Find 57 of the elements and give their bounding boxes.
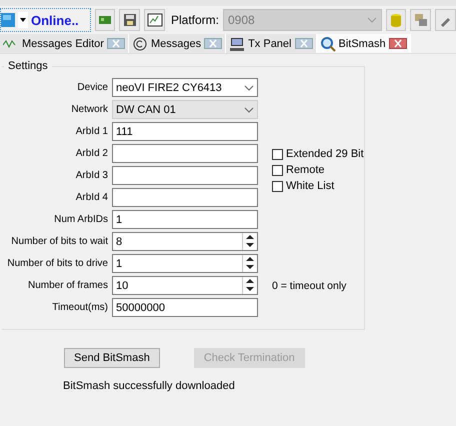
input-field[interactable]: 50000000	[112, 298, 258, 317]
graph-window-icon	[146, 12, 163, 28]
input-field[interactable]: 1	[112, 210, 258, 229]
stacked-boxes-icon	[412, 12, 429, 28]
wrench-button[interactable]	[435, 9, 456, 31]
input-field[interactable]	[112, 188, 258, 207]
field-label: ArbId 1	[74, 126, 108, 137]
checkbox-label: Remote	[286, 164, 325, 176]
checkbox[interactable]: Extended 29 Bit	[272, 148, 364, 160]
input-field[interactable]	[112, 166, 258, 185]
field-label: Network	[70, 104, 108, 115]
field-label: Timeout(ms)	[51, 302, 108, 313]
checkbox-box[interactable]	[272, 164, 283, 176]
connection-status-dropdown[interactable]: Online..	[0, 8, 91, 32]
checkbox[interactable]: Remote	[272, 164, 364, 176]
field-label: Num ArbIDs	[53, 214, 108, 225]
chip-button[interactable]	[94, 9, 116, 31]
status-message: BitSmash successfully downloaded	[63, 380, 235, 392]
field-label: Number of bits to drive	[6, 258, 108, 269]
spinner-field[interactable]: 10	[112, 276, 258, 295]
computer-icon	[229, 36, 246, 52]
tab[interactable]: Messages Editor	[0, 34, 129, 53]
tab[interactable]: Messages	[128, 34, 226, 53]
letter-c-icon	[132, 36, 148, 52]
chevron-down-icon	[366, 16, 377, 24]
action-button[interactable]: Send BitSmash	[64, 348, 160, 368]
tab[interactable]: Tx Panel	[226, 34, 316, 53]
spinner-field[interactable]: 1	[112, 254, 258, 273]
field-label: Number of frames	[26, 280, 108, 291]
checkbox-label: Extended 29 Bit	[286, 148, 364, 160]
magnifier-icon	[320, 36, 336, 52]
note-text: 0 = timeout only	[272, 280, 348, 292]
checkbox-label: White List	[286, 180, 334, 192]
floppy-disk-button[interactable]	[119, 9, 140, 31]
app-square-icon	[1, 12, 15, 28]
input-field[interactable]: 111	[112, 122, 258, 141]
checkbox[interactable]: White List	[272, 180, 364, 192]
field-label: Device	[76, 82, 108, 93]
chevron-down-icon	[244, 106, 254, 114]
checkbox-box[interactable]	[272, 148, 283, 160]
settings-title: Settings	[7, 60, 49, 72]
field-label: ArbId 4	[74, 192, 108, 203]
chevron-down-icon	[244, 84, 254, 92]
graph-window-button[interactable]	[144, 9, 165, 31]
stacked-boxes-button[interactable]	[410, 9, 432, 31]
tab[interactable]: BitSmash	[316, 34, 411, 53]
input-field[interactable]	[112, 144, 258, 163]
platform-label: Platform:	[170, 13, 219, 27]
field-label: Number of bits to wait	[10, 236, 108, 247]
field-label: ArbId 3	[74, 170, 108, 181]
online-status-text: Online..	[31, 12, 79, 28]
field-label: ArbId 2	[74, 148, 108, 159]
caret-down-icon	[18, 12, 28, 28]
spinner-field[interactable]: 8	[112, 232, 258, 251]
checkbox-box[interactable]	[272, 180, 283, 192]
platform-value: 0908	[228, 13, 255, 27]
dropdown-field[interactable]: neoVI FIRE2 CY6413	[112, 78, 258, 97]
